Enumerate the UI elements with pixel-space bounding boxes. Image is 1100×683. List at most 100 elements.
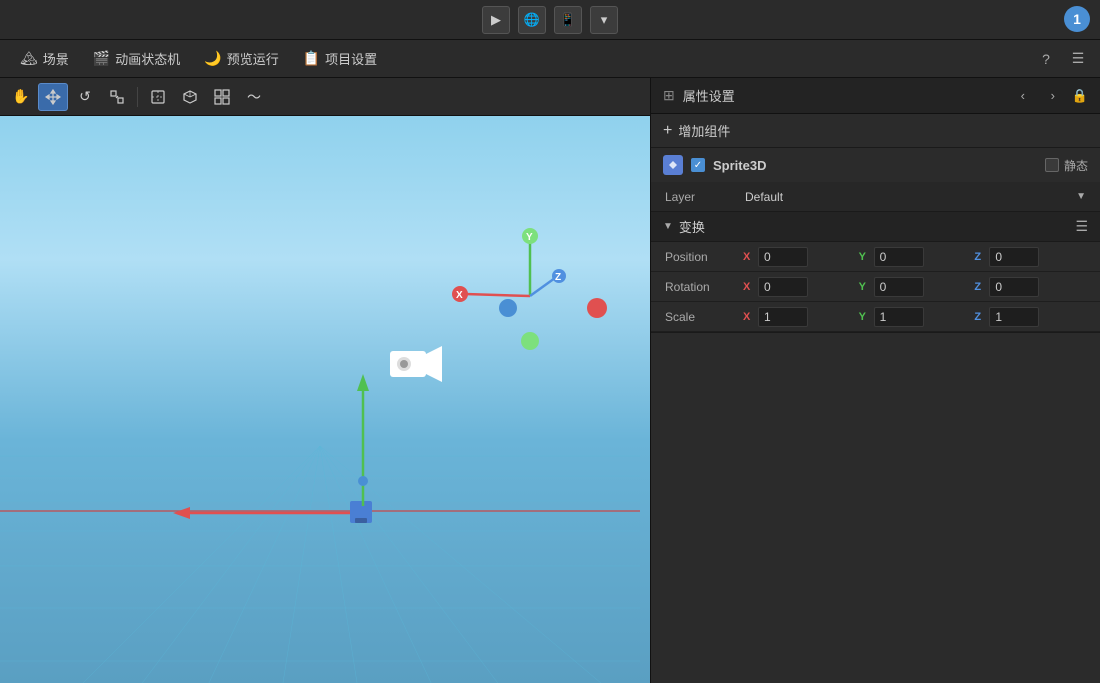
- rotation-y-field: Y: [859, 277, 971, 297]
- component-sprite3d: Sprite3D 静态 Layer Default ▼ ▼ 变换 ☰: [651, 148, 1100, 333]
- scale-z-field: Z: [974, 307, 1086, 327]
- position-y-axis: Y: [859, 251, 871, 263]
- rotation-x-input[interactable]: [758, 277, 808, 297]
- svg-text:Y: Y: [526, 232, 533, 243]
- transform-header: ▼ 变换 ☰: [651, 212, 1100, 242]
- rotation-z-field: Z: [974, 277, 1086, 297]
- rotation-label: Rotation: [665, 280, 737, 294]
- divider1: [137, 87, 138, 107]
- project-label: 项目设置: [325, 49, 377, 68]
- dropdown-button[interactable]: ▾: [590, 6, 618, 34]
- sprite3d-header: Sprite3D 静态: [651, 148, 1100, 182]
- scale-y-input[interactable]: [874, 307, 924, 327]
- sprite3d-icon: [663, 155, 683, 175]
- animation-label: 动画状态机: [115, 49, 180, 68]
- transform2-tool[interactable]: [207, 83, 237, 111]
- menu-project[interactable]: 📋 项目设置: [293, 45, 387, 72]
- rotation-x-axis: X: [743, 281, 755, 293]
- position-label: Position: [665, 250, 737, 264]
- move-tool[interactable]: [38, 83, 68, 111]
- props-icon: ⊞: [663, 87, 675, 104]
- nav-forward[interactable]: ›: [1042, 85, 1064, 107]
- hand-tool[interactable]: ✋: [6, 83, 36, 111]
- scene-svg: Y X Z: [0, 116, 650, 683]
- scale-z-input[interactable]: [989, 307, 1039, 327]
- preview-icon: 🌙: [204, 50, 221, 67]
- transform-menu[interactable]: ☰: [1075, 218, 1088, 235]
- rotation-x-field: X: [743, 277, 855, 297]
- rotation-z-input[interactable]: [989, 277, 1039, 297]
- viewport-toolbar: ✋ ↺: [0, 78, 650, 116]
- right-panel: ⊞ 属性设置 ‹ › 🔒 + 增加组件 S: [650, 78, 1100, 683]
- nav-back[interactable]: ‹: [1012, 85, 1034, 107]
- svg-text:Z: Z: [555, 272, 561, 283]
- layer-row: Layer Default ▼: [651, 182, 1100, 212]
- layer-label: Layer: [665, 190, 745, 204]
- position-x-field: X: [743, 247, 855, 267]
- props-title: 属性设置: [683, 86, 735, 105]
- user-badge[interactable]: 1: [1064, 6, 1090, 32]
- position-y-field: Y: [859, 247, 971, 267]
- add-component-label: 增加组件: [678, 121, 730, 140]
- scale-x-input[interactable]: [758, 307, 808, 327]
- scale-x-axis: X: [743, 311, 755, 323]
- svg-text:X: X: [456, 290, 463, 301]
- rotation-row: Rotation X Y Z: [651, 272, 1100, 302]
- layer-value: Default: [745, 190, 783, 204]
- scale-xyz: X Y Z: [743, 307, 1086, 327]
- position-z-axis: Z: [974, 251, 986, 263]
- plus-icon: +: [663, 122, 672, 140]
- viewport[interactable]: ✋ ↺: [0, 78, 650, 683]
- position-z-input[interactable]: [989, 247, 1039, 267]
- rotation-z-axis: Z: [974, 281, 986, 293]
- scale-y-field: Y: [859, 307, 971, 327]
- animation-icon: 🎬: [93, 50, 110, 67]
- globe-button[interactable]: 🌐: [518, 6, 546, 34]
- position-y-input[interactable]: [874, 247, 924, 267]
- scale-label: Scale: [665, 310, 737, 324]
- play-button[interactable]: ▶: [482, 6, 510, 34]
- rotation-y-axis: Y: [859, 281, 871, 293]
- transform-collapse[interactable]: ▼: [663, 221, 673, 232]
- scale-y-axis: Y: [859, 311, 871, 323]
- second-bar: 🏔 场景 🎬 动画状态机 🌙 预览运行 📋 项目设置 ? ☰: [0, 40, 1100, 78]
- project-icon: 📋: [303, 50, 320, 67]
- props-header: ⊞ 属性设置 ‹ › 🔒: [651, 78, 1100, 114]
- menu-scene[interactable]: 🏔 场景: [10, 45, 79, 72]
- position-x-input[interactable]: [758, 247, 808, 267]
- scene-icon: 🏔: [20, 50, 38, 67]
- menu-button[interactable]: ☰: [1066, 47, 1090, 71]
- 2d-tool[interactable]: [143, 83, 173, 111]
- lock-icon[interactable]: 🔒: [1072, 88, 1088, 104]
- scale-x-field: X: [743, 307, 855, 327]
- rotation-xyz: X Y Z: [743, 277, 1086, 297]
- 3d-cube-tool[interactable]: [175, 83, 205, 111]
- menu-animation[interactable]: 🎬 动画状态机: [83, 45, 190, 72]
- static-checkbox[interactable]: [1045, 158, 1059, 172]
- top-bar: ▶ 🌐 📱 ▾ 1: [0, 0, 1100, 40]
- preview-label: 预览运行: [227, 49, 279, 68]
- rotation-y-input[interactable]: [874, 277, 924, 297]
- scale-row: Scale X Y Z: [651, 302, 1100, 332]
- mobile-button[interactable]: 📱: [554, 6, 582, 34]
- layer-dropdown-arrow: ▼: [1076, 191, 1086, 202]
- menu-preview[interactable]: 🌙 预览运行: [194, 45, 288, 72]
- transform-title: 变换: [679, 217, 705, 236]
- wave-tool[interactable]: 〜: [239, 83, 269, 111]
- layer-value-group[interactable]: Default ▼: [745, 190, 1086, 204]
- position-x-axis: X: [743, 251, 755, 263]
- sprite3d-name: Sprite3D: [713, 158, 766, 173]
- scene-label: 场景: [43, 49, 69, 68]
- menu-right: ? ☰: [1034, 47, 1090, 71]
- help-button[interactable]: ?: [1034, 47, 1058, 71]
- main-content: ✋ ↺: [0, 78, 1100, 683]
- position-z-field: Z: [974, 247, 1086, 267]
- static-text: 静态: [1064, 157, 1088, 174]
- scale-z-axis: Z: [974, 311, 986, 323]
- static-label-group: 静态: [1045, 157, 1088, 174]
- rotate-tool[interactable]: ↺: [70, 83, 100, 111]
- sprite3d-enabled-checkbox[interactable]: [691, 158, 705, 172]
- props-empty: [651, 333, 1100, 683]
- add-component-bar[interactable]: + 增加组件: [651, 114, 1100, 148]
- scale-tool[interactable]: [102, 83, 132, 111]
